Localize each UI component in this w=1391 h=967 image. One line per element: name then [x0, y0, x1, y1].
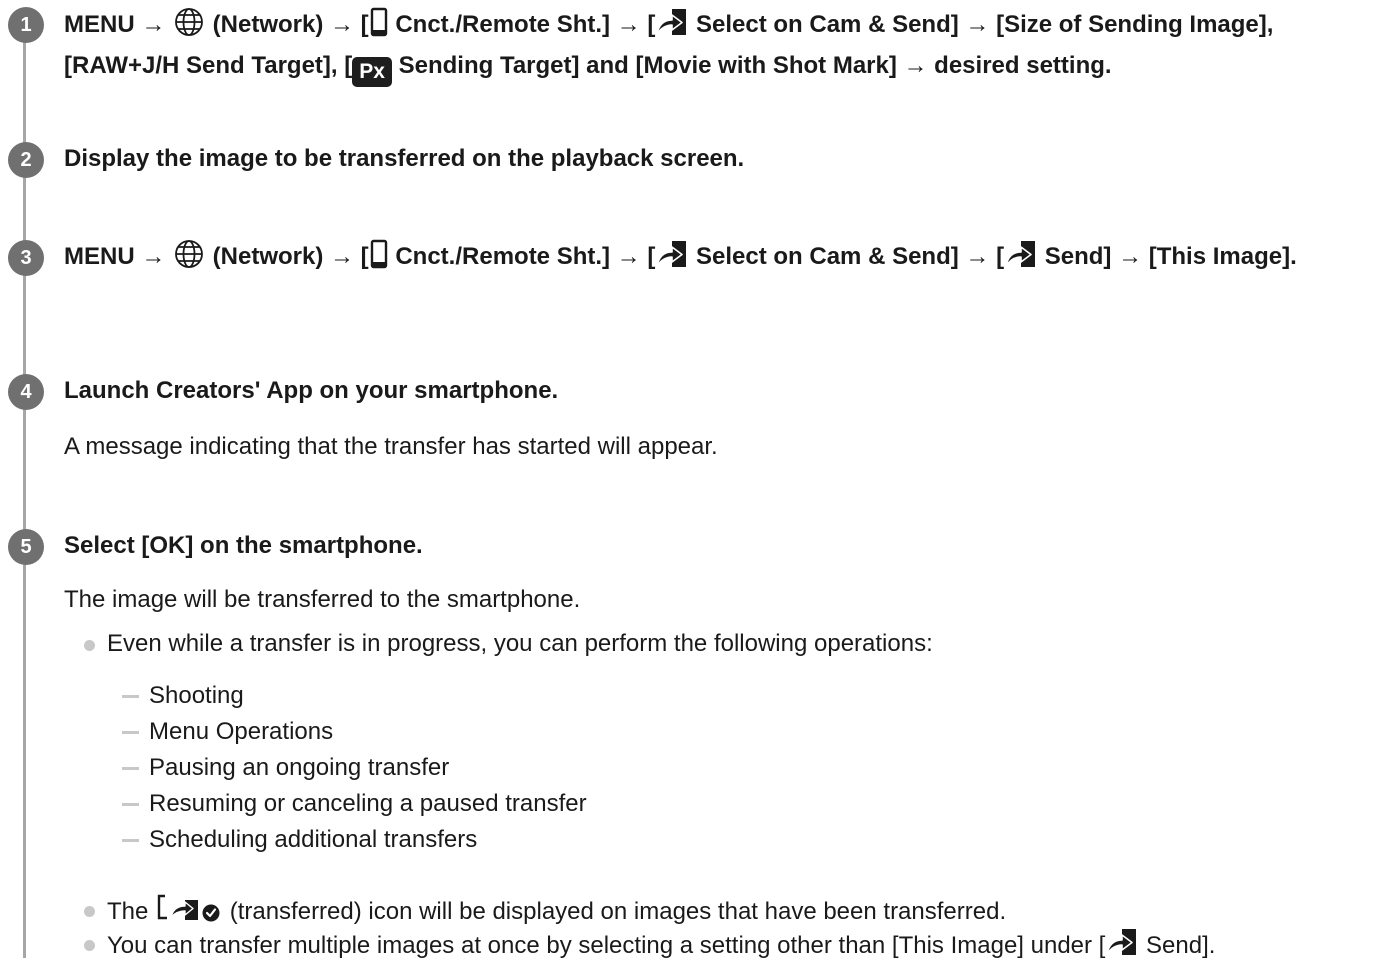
send-arrow-icon — [1105, 927, 1139, 967]
smartphone-icon — [369, 7, 389, 43]
step-2-heading: Display the image to be transferred on t… — [64, 145, 745, 172]
send-arrow-icon — [655, 9, 689, 43]
globe-icon — [172, 240, 206, 275]
step-number-badge: 2 — [8, 142, 44, 178]
send-arrow-icon — [1004, 241, 1038, 275]
step-number-badge: 3 — [8, 240, 44, 276]
step-5-heading: Select [OK] on the smartphone. — [64, 532, 423, 559]
dash-marker — [122, 803, 139, 806]
smartphone-icon — [369, 239, 389, 275]
send-arrow-icon — [655, 241, 689, 275]
dash-marker — [122, 695, 139, 698]
step-number-badge: 4 — [8, 374, 44, 410]
step-number-badge: 5 — [8, 529, 44, 565]
bullet-dot — [84, 940, 95, 951]
globe-icon — [172, 8, 206, 43]
bullet-dot — [84, 640, 95, 651]
step-1-heading: MENU → (Network) → [ Cnct./Remote Sht.] … — [64, 7, 1387, 87]
step-5-description: The image will be transferred to the sma… — [64, 586, 581, 613]
px-badge-icon: Px — [352, 57, 392, 87]
step-number-badge: 1 — [8, 7, 44, 43]
dash-marker — [122, 839, 139, 842]
step-3-heading: MENU → (Network) → [ Cnct./Remote Sht.] … — [64, 239, 1387, 280]
dash-marker — [122, 731, 139, 734]
bullet-dot — [84, 906, 95, 917]
step-4-description: A message indicating that the transfer h… — [64, 433, 718, 460]
step-4-heading: Launch Creators' App on your smartphone. — [64, 377, 559, 404]
dash-marker — [122, 767, 139, 770]
